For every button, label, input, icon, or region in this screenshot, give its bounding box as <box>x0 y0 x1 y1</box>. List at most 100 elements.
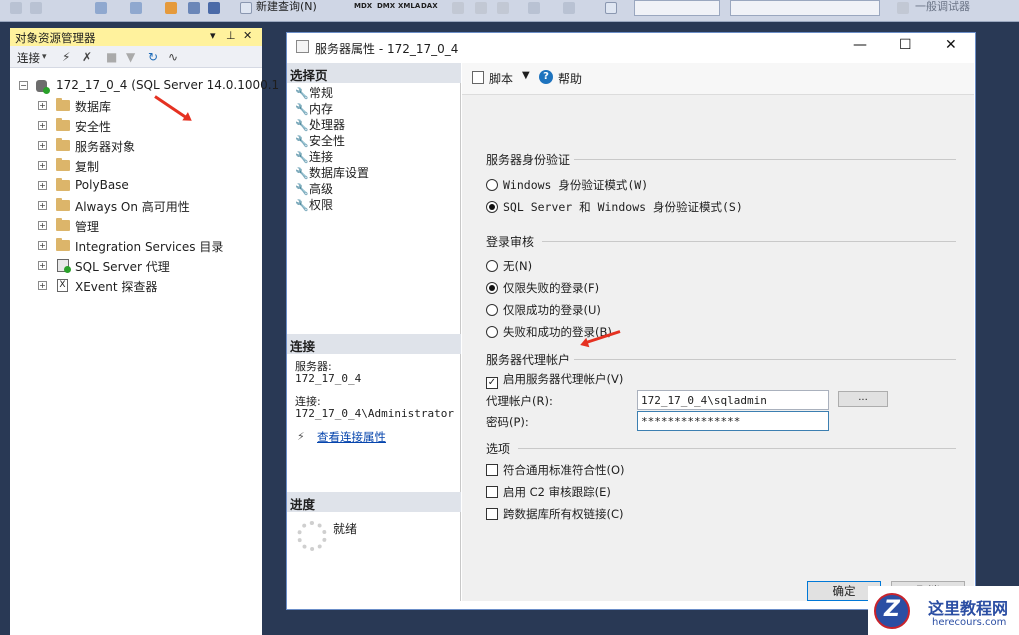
page-advanced[interactable]: 🔧高级 <box>295 180 333 196</box>
close-icon[interactable]: ✕ <box>945 37 957 53</box>
tree-item-replication[interactable]: + 复制 <box>10 156 262 176</box>
pin-icon[interactable]: ⊥ <box>226 29 236 42</box>
tree-node-label: 安全性 <box>75 120 112 134</box>
disconnect-icon[interactable]: ✗ <box>82 50 92 64</box>
radio-off <box>486 179 498 191</box>
tree-item-server-objects[interactable]: + 服务器对象 <box>10 136 262 156</box>
proxy-account-input[interactable]: 172_17_0_4\sqladmin <box>637 390 829 410</box>
tree-item-databases[interactable]: + 数据库 <box>10 96 262 116</box>
audit-success-radio[interactable]: 仅限成功的登录(U) <box>486 302 601 318</box>
expand-icon[interactable]: + <box>38 281 47 290</box>
page-processors[interactable]: 🔧处理器 <box>295 116 345 132</box>
audit-group-title: 登录审核 <box>486 235 535 249</box>
filter-icon[interactable]: ▼ <box>126 50 135 64</box>
audit-failed-radio[interactable]: 仅限失败的登录(F) <box>486 280 599 296</box>
xmla-query-button[interactable]: XMLA <box>398 2 420 18</box>
connect-dropdown-icon[interactable]: ▾ <box>42 52 47 62</box>
redo-icon[interactable] <box>563 2 575 14</box>
auth-windows-radio[interactable]: Windows 身份验证模式(W) <box>486 177 648 193</box>
tree-node-label: 数据库 <box>75 100 112 114</box>
expand-icon[interactable]: + <box>38 221 47 230</box>
add-item-icon[interactable] <box>130 2 142 14</box>
expand-icon[interactable]: + <box>38 101 47 110</box>
option-label: 启用 C2 审核跟踪(E) <box>503 485 611 499</box>
auth-mixed-radio[interactable]: SQL Server 和 Windows 身份验证模式(S) <box>486 199 743 215</box>
open-file-icon[interactable] <box>165 2 177 14</box>
expand-icon[interactable]: + <box>38 181 47 190</box>
page-permissions[interactable]: 🔧权限 <box>295 196 333 212</box>
help-button[interactable]: 帮助 <box>558 70 582 87</box>
expand-icon[interactable]: + <box>38 121 47 130</box>
mdx-query-button[interactable]: MDX <box>354 2 372 18</box>
page-memory[interactable]: 🔧内存 <box>295 100 333 116</box>
common-criteria-checkbox[interactable]: 符合通用标准符合性(O) <box>486 462 625 478</box>
expand-icon[interactable]: + <box>38 141 47 150</box>
tree-item-polybase[interactable]: + PolyBase <box>10 176 262 196</box>
solution-explorer-icon[interactable] <box>605 2 617 14</box>
connect-plug-icon[interactable]: ⚡ <box>62 50 70 64</box>
connect-button[interactable]: 连接 <box>17 51 40 65</box>
forward-icon[interactable] <box>30 2 42 14</box>
dax-query-button[interactable]: DAX <box>421 2 438 18</box>
debugger-icon[interactable] <box>897 2 909 14</box>
page-database-settings[interactable]: 🔧数据库设置 <box>295 164 369 180</box>
running-status-icon <box>43 87 50 94</box>
page-security[interactable]: 🔧安全性 <box>295 132 345 148</box>
save-all-icon[interactable] <box>208 2 220 14</box>
stop-icon[interactable]: ■ <box>106 50 117 64</box>
tree-item-security[interactable]: + 安全性 <box>10 116 262 136</box>
tree-server-node[interactable]: − 172_17_0_4 (SQL Server 14.0.1000.1 <box>10 76 279 96</box>
tree-node-label: SQL Server 代理 <box>75 260 170 274</box>
platform-combo[interactable] <box>730 0 880 16</box>
folder-icon <box>56 238 70 251</box>
script-icon <box>472 71 484 84</box>
tree-node-label: Integration Services 目录 <box>75 240 224 254</box>
script-button[interactable]: 脚本 <box>489 70 513 87</box>
option-label: 跨数据库所有权链接(C) <box>503 507 624 521</box>
copy-icon[interactable] <box>475 2 487 14</box>
option-label: SQL Server 和 Windows 身份验证模式(S) <box>503 200 743 214</box>
tree-item-sql-server-agent[interactable]: + SQL Server 代理 <box>10 256 262 276</box>
dmx-query-button[interactable]: DMX <box>377 2 395 18</box>
paste-icon[interactable] <box>497 2 509 14</box>
browse-account-button[interactable]: ... <box>838 391 888 407</box>
refresh-icon[interactable]: ↻ <box>148 50 158 64</box>
activity-monitor-icon[interactable]: ∿ <box>168 50 178 64</box>
expand-icon[interactable]: + <box>38 161 47 170</box>
save-icon[interactable] <box>188 2 200 14</box>
cut-icon[interactable] <box>452 2 464 14</box>
expand-icon[interactable]: + <box>38 261 47 270</box>
maximize-icon[interactable]: ☐ <box>899 37 912 53</box>
minimize-icon[interactable]: — <box>853 37 867 53</box>
new-project-icon[interactable] <box>95 2 107 14</box>
tree-item-xevent-profiler[interactable]: + X XEvent 探查器 <box>10 276 262 296</box>
proxy-group-title: 服务器代理帐户 <box>486 353 571 367</box>
enable-proxy-checkbox[interactable]: ✓ 启用服务器代理帐户(V) <box>486 371 623 389</box>
password-input[interactable]: *************** <box>637 411 829 431</box>
new-query-icon[interactable] <box>240 2 252 14</box>
script-dropdown-icon[interactable]: ▼ <box>522 70 530 81</box>
tree-item-integration-services[interactable]: + Integration Services 目录 <box>10 236 262 256</box>
tree-item-always-on[interactable]: + Always On 高可用性 <box>10 196 262 216</box>
audit-none-radio[interactable]: 无(N) <box>486 258 532 274</box>
option-label: 符合通用标准符合性(O) <box>503 463 625 477</box>
tree-item-management[interactable]: + 管理 <box>10 216 262 236</box>
configuration-combo[interactable] <box>634 0 720 16</box>
back-icon[interactable] <box>10 2 22 14</box>
watermark-url: herecours.com <box>932 617 1007 628</box>
cross-db-ownership-checkbox[interactable]: 跨数据库所有权链接(C) <box>486 506 624 522</box>
c2-audit-checkbox[interactable]: 启用 C2 审核跟踪(E) <box>486 484 611 500</box>
close-icon[interactable]: ✕ <box>243 29 252 42</box>
expand-icon[interactable]: + <box>38 201 47 210</box>
page-general[interactable]: 🔧常规 <box>295 84 333 100</box>
debugger-combo[interactable]: 一般调试器 <box>915 0 970 14</box>
password-label: 密码(P): <box>486 415 529 429</box>
new-query-button[interactable]: 新建查询(N) <box>256 0 317 14</box>
view-connection-properties-link[interactable]: 查看连接属性 <box>317 429 386 445</box>
expand-icon[interactable]: + <box>38 241 47 250</box>
page-connections[interactable]: 🔧连接 <box>295 148 333 164</box>
collapse-icon[interactable]: − <box>19 81 28 90</box>
undo-icon[interactable] <box>528 2 540 14</box>
tree-node-label: Always On 高可用性 <box>75 200 190 214</box>
dropdown-arrow-icon[interactable]: ▾ <box>210 29 216 42</box>
